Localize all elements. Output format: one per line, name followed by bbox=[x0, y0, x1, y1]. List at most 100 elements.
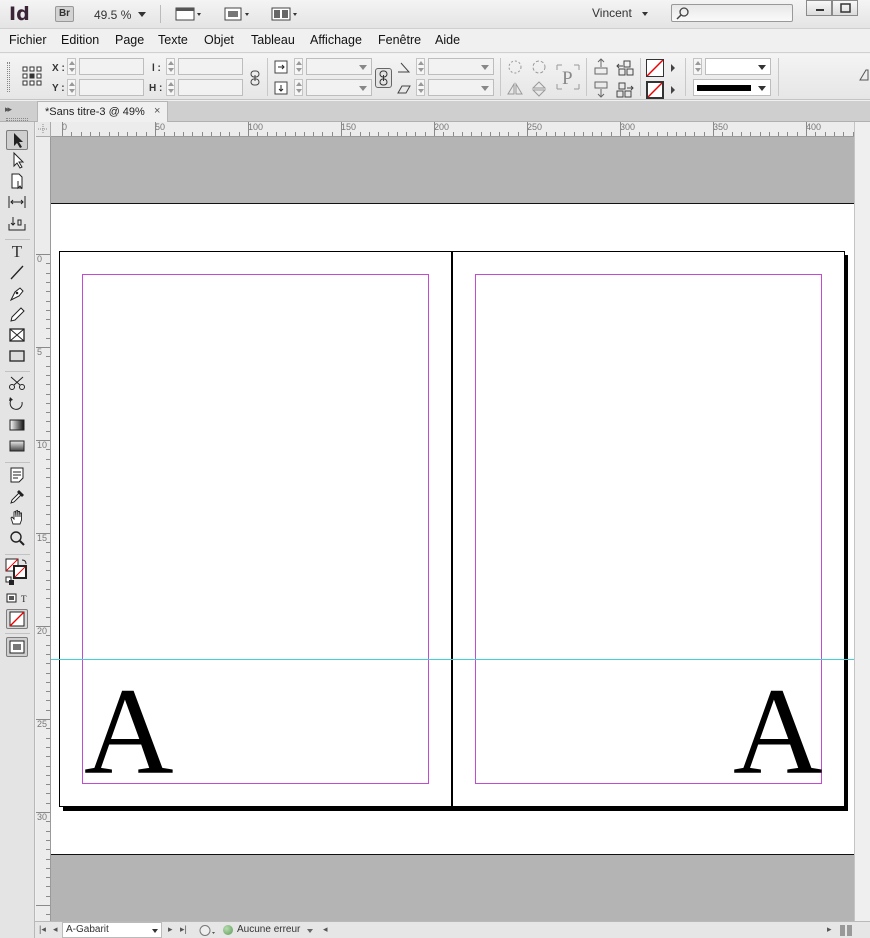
bridge-button[interactable]: Br bbox=[55, 6, 74, 22]
document-canvas[interactable]: A A bbox=[51, 137, 854, 921]
width-input[interactable] bbox=[178, 58, 243, 75]
type-tool[interactable]: T bbox=[6, 242, 28, 262]
height-stepper[interactable] bbox=[166, 79, 175, 96]
x-stepper[interactable] bbox=[67, 58, 76, 75]
select-content-button[interactable] bbox=[592, 80, 610, 98]
constrain-scale-button[interactable] bbox=[375, 68, 392, 88]
user-name[interactable]: Vincent bbox=[592, 6, 632, 20]
menu-affichage[interactable]: Affichage bbox=[310, 33, 362, 47]
menu-page[interactable]: Page bbox=[115, 33, 144, 47]
split-window-button[interactable] bbox=[839, 924, 853, 937]
ruler-origin[interactable] bbox=[36, 122, 51, 137]
shear-select[interactable] bbox=[428, 79, 494, 96]
y-input[interactable] bbox=[79, 79, 144, 96]
fill-swatch-button[interactable] bbox=[646, 59, 664, 77]
height-input[interactable] bbox=[178, 79, 243, 96]
menu-fichier[interactable]: Fichier bbox=[9, 33, 47, 47]
pencil-tool[interactable] bbox=[6, 305, 28, 325]
scroll-right-button[interactable]: ▸ bbox=[827, 924, 832, 935]
horizontal-ruler[interactable]: 0 50 100 150 200 250 300 350 400 bbox=[51, 122, 854, 137]
page-tool[interactable] bbox=[6, 172, 28, 192]
document-tab[interactable]: *Sans titre-3 @ 49% × bbox=[37, 101, 168, 122]
collapse-panel-icon[interactable]: ▸▸ bbox=[5, 104, 12, 115]
gradient-swatch-tool[interactable] bbox=[6, 416, 28, 436]
help-search-input[interactable] bbox=[671, 4, 793, 22]
menu-objet[interactable]: Objet bbox=[204, 33, 234, 47]
scale-x-select[interactable] bbox=[306, 58, 372, 75]
eyedropper-tool[interactable] bbox=[6, 487, 28, 507]
menu-tableau[interactable]: Tableau bbox=[251, 33, 295, 47]
close-icon[interactable]: × bbox=[154, 105, 160, 117]
select-previous-object-button[interactable] bbox=[615, 58, 634, 76]
last-page-button[interactable]: ▸| bbox=[180, 924, 187, 935]
open-document-page-button[interactable] bbox=[199, 924, 215, 937]
horizontal-scrollbar[interactable] bbox=[335, 925, 825, 935]
fill-stroke-swatches[interactable] bbox=[5, 558, 31, 586]
control-panel-grip[interactable] bbox=[7, 62, 10, 92]
zoom-dropdown-arrow[interactable] bbox=[138, 12, 146, 17]
rotate-ccw-button[interactable] bbox=[530, 58, 548, 76]
hand-tool[interactable] bbox=[6, 508, 28, 528]
rotate-cw-button[interactable] bbox=[506, 58, 524, 76]
gradient-feather-tool[interactable] bbox=[6, 437, 28, 457]
minimize-button[interactable] bbox=[806, 0, 832, 16]
view-options-button[interactable] bbox=[175, 5, 205, 23]
panel-menu-button[interactable] bbox=[858, 68, 870, 82]
direct-selection-tool[interactable] bbox=[6, 151, 28, 171]
scale-x-percentage-icon-button[interactable] bbox=[273, 59, 289, 75]
y-stepper[interactable] bbox=[67, 79, 76, 96]
stroke-type-select[interactable] bbox=[693, 79, 771, 96]
next-page-button[interactable]: ▸ bbox=[168, 924, 173, 935]
page-select[interactable]: A-Gabarit bbox=[62, 922, 162, 938]
menu-aide[interactable]: Aide bbox=[435, 33, 460, 47]
scale-y-percentage-icon-button[interactable] bbox=[273, 80, 289, 96]
select-next-object-button[interactable] bbox=[615, 80, 634, 98]
stroke-weight-stepper[interactable] bbox=[693, 58, 702, 75]
reference-p-button[interactable]: P bbox=[555, 63, 581, 91]
vertical-scrollbar[interactable] bbox=[854, 122, 870, 922]
user-dropdown-arrow[interactable] bbox=[642, 12, 648, 16]
content-collector-tool[interactable] bbox=[6, 214, 28, 234]
menu-fenetre[interactable]: Fenêtre bbox=[378, 33, 421, 47]
rotation-stepper[interactable] bbox=[416, 58, 425, 75]
fill-swatch-arrow[interactable] bbox=[671, 64, 675, 72]
rotation-select[interactable] bbox=[428, 58, 494, 75]
rectangle-frame-tool[interactable] bbox=[6, 326, 28, 346]
flip-vertical-button[interactable] bbox=[530, 80, 548, 98]
apply-none-button[interactable] bbox=[6, 609, 28, 629]
menu-texte[interactable]: Texte bbox=[158, 33, 188, 47]
left-page[interactable]: A bbox=[59, 251, 452, 807]
scale-y-stepper[interactable] bbox=[294, 79, 303, 96]
line-tool[interactable] bbox=[6, 263, 28, 283]
menu-edition[interactable]: Edition bbox=[61, 33, 99, 47]
stroke-weight-select[interactable] bbox=[705, 58, 771, 75]
gap-tool[interactable] bbox=[6, 193, 28, 213]
horizontal-ruler-guide[interactable] bbox=[51, 659, 854, 660]
maximize-button[interactable] bbox=[832, 0, 858, 16]
stroke-swatch-button[interactable] bbox=[646, 81, 664, 99]
arrange-documents-button[interactable] bbox=[271, 5, 301, 23]
selection-tool[interactable] bbox=[6, 130, 28, 150]
screen-mode-tool[interactable] bbox=[6, 637, 28, 657]
scroll-left-button[interactable]: ◂ bbox=[323, 924, 328, 935]
tools-grip[interactable] bbox=[6, 118, 28, 121]
free-transform-tool[interactable] bbox=[6, 395, 28, 415]
select-container-button[interactable] bbox=[592, 58, 610, 76]
rectangle-tool[interactable] bbox=[6, 347, 28, 367]
scale-y-select[interactable] bbox=[306, 79, 372, 96]
note-tool[interactable] bbox=[6, 466, 28, 486]
zoom-tool[interactable] bbox=[6, 529, 28, 549]
shear-stepper[interactable] bbox=[416, 79, 425, 96]
previous-page-button[interactable]: ◂ bbox=[53, 924, 58, 935]
scale-x-stepper[interactable] bbox=[294, 58, 303, 75]
right-page[interactable]: A bbox=[452, 251, 845, 807]
screen-mode-button[interactable] bbox=[224, 5, 254, 23]
width-stepper[interactable] bbox=[166, 58, 175, 75]
first-page-button[interactable]: |◂ bbox=[39, 924, 46, 935]
x-input[interactable] bbox=[79, 58, 144, 75]
pen-tool[interactable] bbox=[6, 284, 28, 304]
flip-horizontal-button[interactable] bbox=[506, 80, 524, 98]
preflight-status-text[interactable]: Aucune erreur bbox=[237, 924, 300, 935]
vertical-ruler[interactable]: 0 5 10 15 20 25 30 bbox=[36, 137, 51, 921]
zoom-level[interactable]: 49.5 % bbox=[94, 8, 131, 22]
